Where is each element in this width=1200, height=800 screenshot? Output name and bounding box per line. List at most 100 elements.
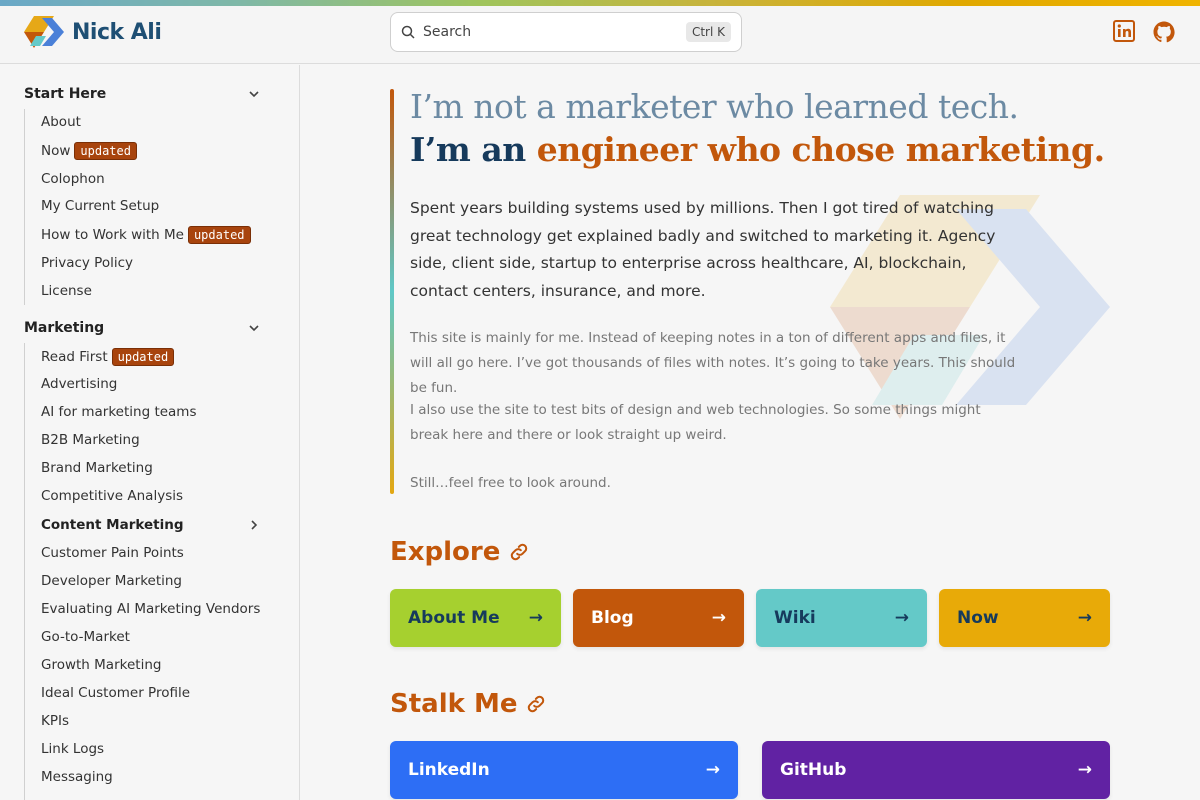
sidebar-item-privacy-policy[interactable]: Privacy Policy bbox=[41, 255, 133, 271]
sidebar-item-label: Link Logs bbox=[41, 741, 105, 757]
sidebar-item-label: Brand Marketing bbox=[41, 460, 153, 476]
chevron-down-icon bbox=[249, 91, 259, 98]
arrow-right-icon: → bbox=[1077, 608, 1092, 628]
sidebar-item-license[interactable]: License bbox=[41, 283, 92, 299]
sidebar-item-label: Developer Marketing bbox=[41, 573, 183, 589]
sidebar-section-title: Marketing bbox=[24, 320, 105, 336]
arrow-right-icon: → bbox=[528, 608, 543, 628]
sidebar-item-evaluating-ai-marketing-vendors[interactable]: Evaluating AI Marketing Vendors bbox=[41, 601, 260, 617]
card-label: Blog bbox=[591, 608, 634, 628]
linkedin-link[interactable] bbox=[1113, 20, 1135, 42]
logo-icon bbox=[24, 16, 64, 48]
chevron-right-icon bbox=[251, 520, 258, 530]
sidebar-item-label: License bbox=[41, 283, 92, 299]
card-label: GitHub bbox=[780, 760, 847, 780]
now-card[interactable]: Now → bbox=[939, 589, 1110, 647]
intro-accent-bar bbox=[390, 89, 394, 494]
sidebar-item-label: Ideal Customer Profile bbox=[41, 685, 191, 701]
sidebar-item-advertising[interactable]: Advertising bbox=[41, 376, 117, 392]
site-title: Nick Ali bbox=[72, 19, 162, 45]
arrow-right-icon: → bbox=[894, 608, 909, 628]
sidebar-item-link-logs[interactable]: Link Logs bbox=[41, 741, 104, 757]
linkedin-card[interactable]: LinkedIn → bbox=[390, 741, 738, 799]
intro-paragraph-3: Still…feel free to look around. bbox=[410, 475, 611, 491]
updated-badge: updated bbox=[111, 348, 175, 366]
card-label: About Me bbox=[408, 608, 500, 628]
sidebar-item-label: Customer Pain Points bbox=[41, 545, 184, 561]
sidebar-item-label: Read First bbox=[41, 349, 108, 365]
sidebar-item-label: AI for marketing teams bbox=[41, 404, 197, 420]
headline-prefix: I’m an bbox=[410, 130, 537, 169]
sidebar-item-label: Advertising bbox=[41, 376, 118, 392]
link-icon[interactable] bbox=[508, 541, 530, 563]
sidebar-item-label: B2B Marketing bbox=[41, 432, 140, 448]
headline-line-2: I’m an engineer who chose marketing. bbox=[410, 130, 1105, 169]
github-icon bbox=[1153, 21, 1175, 43]
sidebar-item-label: Privacy Policy bbox=[41, 255, 134, 271]
intro-paragraph-1: This site is mainly for me. Instead of k… bbox=[410, 330, 1016, 396]
sidebar-item-label: Go-to-Market bbox=[41, 629, 130, 645]
arrow-right-icon: → bbox=[711, 608, 726, 628]
sidebar-item-now[interactable]: Now updated bbox=[41, 142, 137, 160]
explore-heading: Explore bbox=[390, 537, 530, 567]
arrow-right-icon: → bbox=[705, 760, 720, 780]
updated-badge: updated bbox=[74, 142, 137, 160]
intro-paragraph-2: I also use the site to test bits of desi… bbox=[410, 402, 981, 443]
stalk-me-title: Stalk Me bbox=[390, 689, 518, 719]
blog-card[interactable]: Blog → bbox=[573, 589, 744, 647]
sidebar-item-label: About bbox=[41, 114, 81, 130]
sidebar-item-label: Content Marketing bbox=[41, 517, 184, 533]
site-logo[interactable]: Nick Ali bbox=[24, 14, 162, 50]
sidebar-item-label: Competitive Analysis bbox=[41, 488, 184, 504]
search-input[interactable]: Search Ctrl K bbox=[390, 12, 742, 52]
sidebar-item-developer-marketing[interactable]: Developer Marketing bbox=[41, 573, 182, 589]
sidebar-item-competitive-analysis[interactable]: Competitive Analysis bbox=[41, 488, 183, 504]
wiki-card[interactable]: Wiki → bbox=[756, 589, 927, 647]
sidebar-item-messaging[interactable]: Messaging bbox=[41, 769, 113, 785]
sidebar-item-b2b-marketing[interactable]: B2B Marketing bbox=[41, 432, 140, 448]
sidebar-item-go-to-market[interactable]: Go-to-Market bbox=[41, 629, 130, 645]
sidebar-section-start-here[interactable]: Start Here bbox=[24, 86, 260, 102]
sidebar-rail bbox=[24, 343, 25, 800]
sidebar-item-kpis[interactable]: KPIs bbox=[41, 713, 69, 729]
headline-line-1: I’m not a marketer who learned tech. bbox=[410, 87, 1019, 126]
sidebar-item-ideal-customer-profile[interactable]: Ideal Customer Profile bbox=[41, 685, 190, 701]
sidebar-item-customer-pain-points[interactable]: Customer Pain Points bbox=[41, 545, 184, 561]
search-shortcut: Ctrl K bbox=[685, 22, 731, 42]
sidebar-item-label: How to Work with Me bbox=[41, 227, 184, 243]
sidebar-rail bbox=[24, 109, 25, 305]
main-content: I’m not a marketer who learned tech. I’m… bbox=[300, 65, 1200, 800]
card-label: LinkedIn bbox=[408, 760, 490, 780]
intro-lead: Spent years building systems used by mil… bbox=[410, 199, 996, 300]
sidebar-item-label: My Current Setup bbox=[41, 198, 160, 214]
sidebar-item-read-first[interactable]: Read First updated bbox=[41, 348, 175, 366]
sidebar-item-label: Colophon bbox=[41, 171, 105, 187]
explore-title: Explore bbox=[390, 537, 501, 567]
sidebar-item-about[interactable]: About bbox=[41, 114, 81, 130]
sidebar-section-title: Start Here bbox=[24, 86, 107, 102]
sidebar-item-label: Growth Marketing bbox=[41, 657, 162, 673]
linkedin-icon bbox=[1113, 20, 1135, 42]
sidebar: Start Here About Now updated Colophon My … bbox=[0, 65, 300, 800]
card-label: Now bbox=[957, 608, 999, 628]
sidebar-section-marketing[interactable]: Marketing bbox=[24, 320, 260, 336]
search-icon bbox=[401, 25, 415, 39]
github-link[interactable] bbox=[1152, 20, 1176, 44]
sidebar-item-ai-for-marketing-teams[interactable]: AI for marketing teams bbox=[41, 404, 197, 420]
search-placeholder: Search bbox=[423, 24, 472, 40]
sidebar-item-growth-marketing[interactable]: Growth Marketing bbox=[41, 657, 161, 673]
sidebar-item-my-current-setup[interactable]: My Current Setup bbox=[41, 198, 159, 214]
link-icon[interactable] bbox=[525, 693, 547, 715]
sidebar-item-content-marketing[interactable]: Content Marketing bbox=[41, 517, 260, 533]
sidebar-item-brand-marketing[interactable]: Brand Marketing bbox=[41, 460, 153, 476]
github-card[interactable]: GitHub → bbox=[762, 741, 1110, 799]
stalk-me-heading: Stalk Me bbox=[390, 689, 547, 719]
about-me-card[interactable]: About Me → bbox=[390, 589, 561, 647]
card-label: Wiki bbox=[774, 608, 816, 628]
sidebar-item-label: KPIs bbox=[41, 713, 70, 729]
updated-badge: updated bbox=[187, 226, 251, 244]
sidebar-item-how-to-work-with-me[interactable]: How to Work with Me updated bbox=[41, 226, 251, 244]
arrow-right-icon: → bbox=[1077, 760, 1092, 780]
sidebar-item-label: Now bbox=[41, 143, 71, 159]
sidebar-item-colophon[interactable]: Colophon bbox=[41, 171, 105, 187]
